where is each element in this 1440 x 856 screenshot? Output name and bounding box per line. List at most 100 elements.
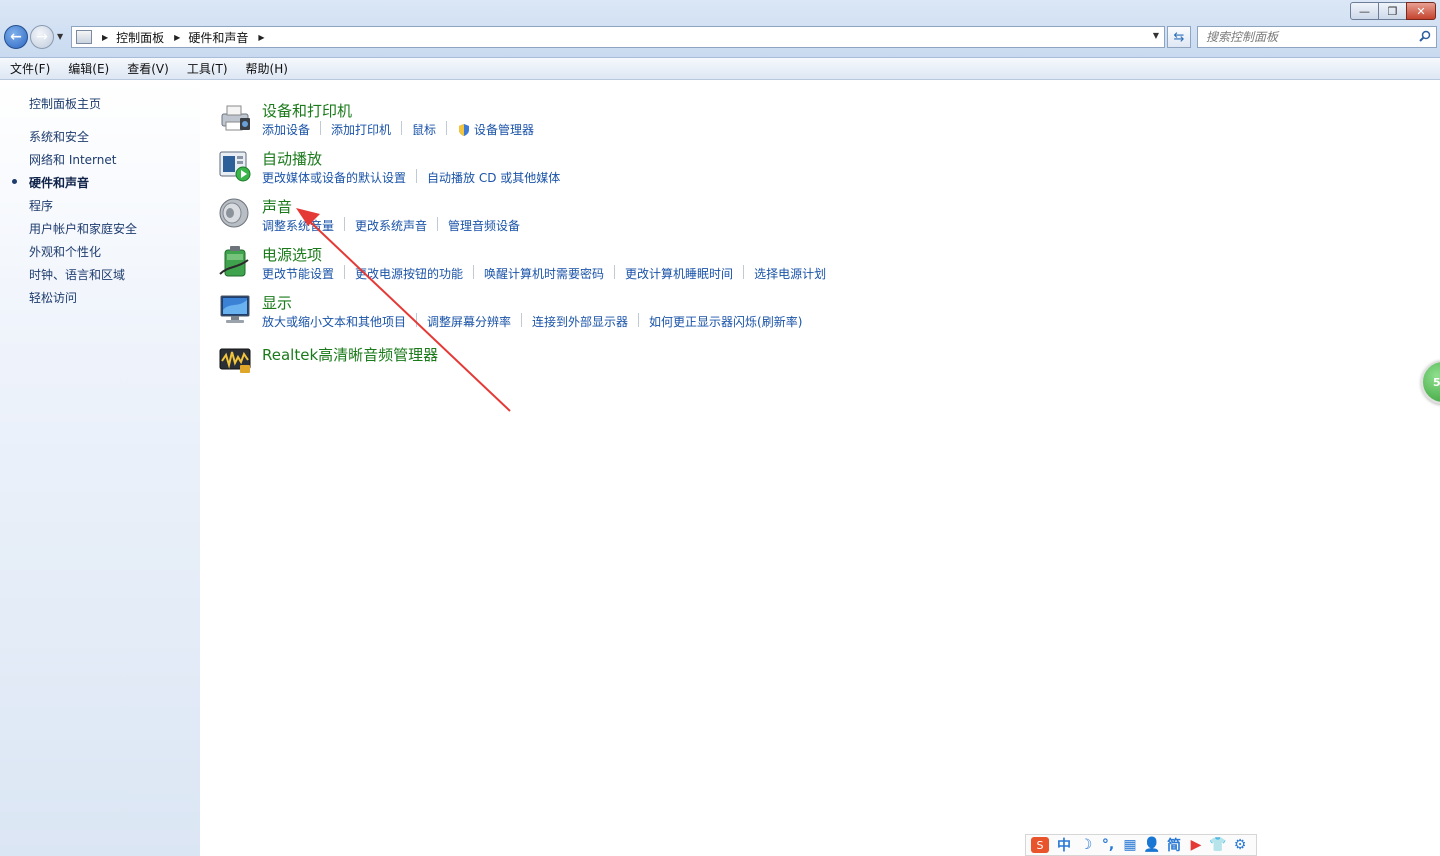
window-controls: — ❐ ✕: [1350, 2, 1436, 20]
link-divider: [344, 217, 346, 231]
annotation-arrow-icon: [296, 208, 511, 412]
ime-user-icon[interactable]: 👤: [1141, 837, 1163, 853]
category-title-devices-printers[interactable]: 设备和打印机: [262, 100, 352, 121]
link-divider: [437, 217, 439, 231]
ime-skin-icon[interactable]: 👕: [1207, 837, 1229, 853]
link-mouse[interactable]: 鼠标: [412, 121, 436, 138]
category-title-realtek[interactable]: Realtek高清晰音频管理器: [262, 344, 438, 365]
menu-tools[interactable]: 工具(T): [177, 60, 236, 77]
link-adjust-volume[interactable]: 调整系统音量: [262, 217, 334, 234]
restore-button[interactable]: ❐: [1378, 2, 1407, 20]
menu-file[interactable]: 文件(F): [0, 60, 58, 77]
link-divider: [521, 313, 523, 327]
minimize-button[interactable]: —: [1350, 2, 1379, 20]
link-divider: [638, 313, 640, 327]
category-title-autoplay[interactable]: 自动播放: [262, 148, 322, 169]
menu-help[interactable]: 帮助(H): [236, 60, 296, 77]
left-nav-pane: 控制面板主页 系统和安全 网络和 Internet 硬件和声音 程序 用户帐户和…: [0, 81, 200, 856]
link-change-system-sounds[interactable]: 更改系统声音: [355, 217, 427, 234]
ime-settings-icon[interactable]: ⚙: [1229, 837, 1251, 853]
category-title-display[interactable]: 显示: [262, 292, 292, 313]
breadcrumb-separator-icon[interactable]: ▶: [174, 33, 180, 42]
search-icon[interactable]: [1419, 30, 1431, 42]
link-add-device[interactable]: 添加设备: [262, 121, 310, 138]
link-device-manager[interactable]: 设备管理器: [457, 121, 534, 138]
close-button[interactable]: ✕: [1406, 2, 1436, 20]
sidebar-item-system-security[interactable]: 系统和安全: [29, 128, 89, 145]
ime-simplified-icon[interactable]: 简: [1163, 835, 1185, 855]
link-external-display[interactable]: 连接到外部显示器: [532, 313, 628, 330]
search-box[interactable]: [1197, 26, 1437, 48]
link-choose-power-plan[interactable]: 选择电源计划: [754, 265, 826, 282]
sidebar-item-user-accounts[interactable]: 用户帐户和家庭安全: [29, 220, 137, 237]
sidebar-item-appearance[interactable]: 外观和个性化: [29, 243, 101, 260]
category-links: 放大或缩小文本和其他项目 调整屏幕分辨率 连接到外部显示器 如何更正显示器闪烁(…: [262, 313, 802, 330]
link-divider: [320, 121, 322, 135]
menu-view[interactable]: 查看(V): [117, 60, 177, 77]
link-fix-flicker[interactable]: 如何更正显示器闪烁(刷新率): [649, 313, 802, 330]
link-add-printer[interactable]: 添加打印机: [331, 121, 391, 138]
ime-video-icon[interactable]: ▶: [1185, 837, 1207, 853]
ime-punctuation-icon[interactable]: °,: [1097, 837, 1119, 853]
refresh-button[interactable]: ⇆: [1167, 26, 1191, 48]
active-bullet-icon: [12, 179, 17, 184]
category-links: 添加设备 添加打印机 鼠标 设备管理器: [262, 121, 534, 138]
autoplay-icon: [219, 151, 251, 182]
sidebar-control-panel-home[interactable]: 控制面板主页: [29, 95, 101, 112]
back-button[interactable]: ←: [4, 25, 28, 49]
sogou-logo-icon[interactable]: S: [1031, 837, 1049, 853]
link-divider: [446, 121, 448, 135]
back-arrow-icon: ←: [10, 29, 22, 45]
category-title-sound[interactable]: 声音: [262, 196, 292, 217]
link-manage-audio-devices[interactable]: 管理音频设备: [448, 217, 520, 234]
refresh-icon: ⇆: [1173, 29, 1185, 45]
link-screen-resolution[interactable]: 调整屏幕分辨率: [427, 313, 511, 330]
address-dropdown-icon[interactable]: ▼: [1153, 31, 1159, 40]
badge-value: 55: [1433, 375, 1440, 389]
category-title-power-options[interactable]: 电源选项: [262, 244, 322, 265]
link-autoplay-cd[interactable]: 自动播放 CD 或其他媒体: [427, 169, 560, 186]
breadcrumb-hardware-sound[interactable]: 硬件和声音: [188, 29, 248, 46]
ime-chinese-mode-icon[interactable]: 中: [1053, 835, 1075, 855]
menu-edit[interactable]: 编辑(E): [58, 60, 117, 77]
menu-bar: 文件(F) 编辑(E) 查看(V) 工具(T) 帮助(H): [0, 58, 1440, 80]
ime-moon-icon[interactable]: ☽: [1075, 837, 1097, 853]
link-divider: [416, 169, 418, 183]
realtek-icon: [219, 348, 251, 373]
floating-speed-badge[interactable]: 55: [1421, 360, 1440, 404]
breadcrumb-control-panel[interactable]: 控制面板: [116, 29, 164, 46]
device-manager-label: 设备管理器: [474, 123, 535, 137]
category-links: 更改节能设置 更改电源按钮的功能 唤醒计算机时需要密码 更改计算机睡眠时间 选择…: [262, 265, 826, 282]
sidebar-item-ease-of-access[interactable]: 轻松访问: [29, 289, 77, 306]
forward-arrow-icon: →: [36, 29, 48, 45]
ime-keyboard-icon[interactable]: ▦: [1119, 837, 1141, 853]
breadcrumb-separator-icon[interactable]: ▶: [102, 33, 108, 42]
breadcrumb-separator-icon[interactable]: ▶: [258, 33, 264, 42]
forward-button[interactable]: →: [30, 25, 54, 49]
sidebar-item-hardware-sound[interactable]: 硬件和声音: [29, 174, 89, 191]
link-change-sleep-time[interactable]: 更改计算机睡眠时间: [625, 265, 733, 282]
link-power-button-function[interactable]: 更改电源按钮的功能: [355, 265, 463, 282]
sidebar-item-clock-region[interactable]: 时钟、语言和区域: [29, 266, 125, 283]
sidebar-item-programs[interactable]: 程序: [29, 197, 53, 214]
printer-icon: [221, 105, 250, 131]
link-divider: [743, 265, 745, 279]
recent-pages-dropdown[interactable]: ▼: [57, 32, 63, 41]
link-divider: [614, 265, 616, 279]
battery-icon: [219, 246, 249, 277]
control-panel-icon: [76, 30, 92, 44]
ime-toolbar: S 中 ☽ °, ▦ 👤 简 ▶ 👕 ⚙: [1025, 834, 1257, 856]
link-require-password-wake[interactable]: 唤醒计算机时需要密码: [484, 265, 604, 282]
link-text-size[interactable]: 放大或缩小文本和其他项目: [262, 313, 406, 330]
category-links: 更改媒体或设备的默认设置 自动播放 CD 或其他媒体: [262, 169, 560, 186]
monitor-icon: [220, 295, 250, 323]
link-divider: [344, 265, 346, 279]
uac-shield-icon: [459, 123, 470, 136]
search-input[interactable]: [1206, 30, 1416, 44]
link-change-media-defaults[interactable]: 更改媒体或设备的默认设置: [262, 169, 406, 186]
sidebar-item-network[interactable]: 网络和 Internet: [29, 151, 116, 168]
link-divider: [473, 265, 475, 279]
link-change-power-saving[interactable]: 更改节能设置: [262, 265, 334, 282]
link-divider: [401, 121, 403, 135]
address-bar[interactable]: ▶ 控制面板 ▶ 硬件和声音 ▶ ▼: [71, 26, 1165, 48]
